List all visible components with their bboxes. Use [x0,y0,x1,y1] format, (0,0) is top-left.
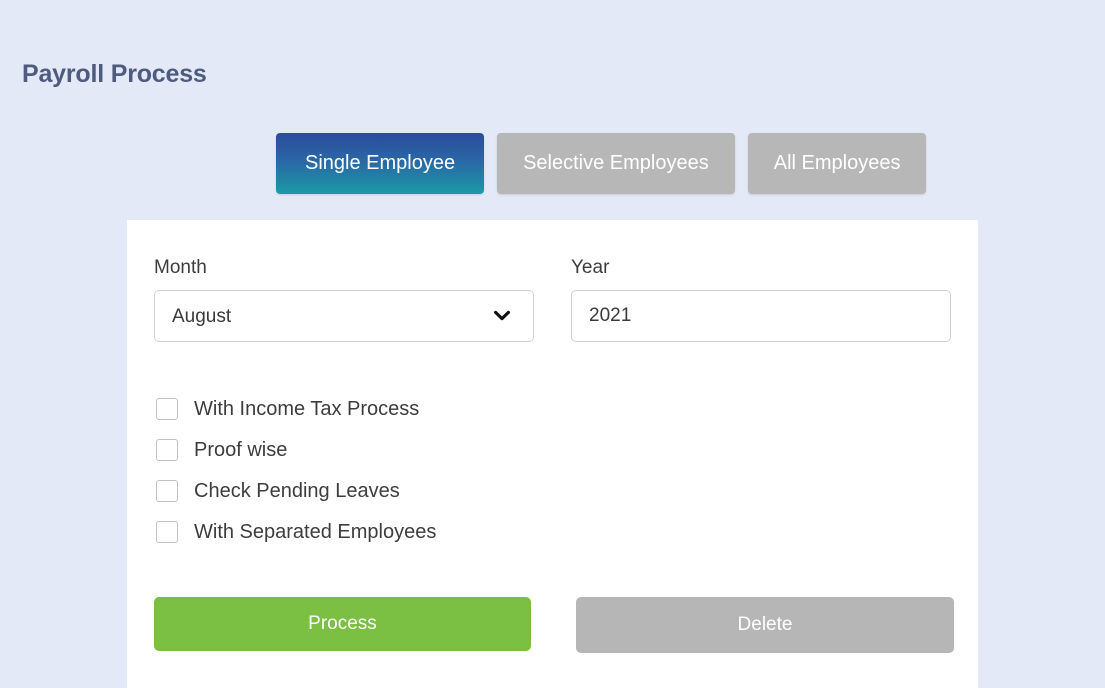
payroll-options-list: With Income Tax Process Proof wise Check… [156,388,436,552]
delete-button-label: Delete [737,614,793,635]
delete-button[interactable]: Delete [576,597,954,653]
form-actions: Process Delete [154,597,954,653]
employee-scope-tabs: Single Employee Selective Employees All … [276,133,927,194]
tab-all-employees-label: All Employees [773,152,901,174]
option-check-pending-leaves[interactable]: Check Pending Leaves [156,470,436,511]
tab-single-employee[interactable]: Single Employee [276,133,485,194]
month-selected-value: August [172,305,232,327]
payroll-form-card: Month August Year 2021 With Income Tax P… [127,220,978,688]
option-with-income-tax-process[interactable]: With Income Tax Process [156,388,436,429]
year-input[interactable]: 2021 [571,290,951,342]
tab-selective-employees-label: Selective Employees [523,152,709,174]
option-with-separated-employees[interactable]: With Separated Employees [156,511,436,552]
checkbox-icon[interactable] [156,479,178,502]
month-field-group: Month August [154,258,534,342]
tab-single-employee-label: Single Employee [305,152,456,174]
page-title: Payroll Process [22,60,207,88]
month-label: Month [154,257,207,278]
month-select[interactable]: August [154,290,534,342]
tab-all-employees[interactable]: All Employees [747,133,927,194]
process-button[interactable]: Process [154,597,531,651]
option-label: Proof wise [194,438,288,461]
option-label: With Separated Employees [194,520,437,543]
process-button-label: Process [308,613,377,634]
option-label: With Income Tax Process [194,397,420,420]
tab-selective-employees[interactable]: Selective Employees [497,133,735,194]
checkbox-icon[interactable] [156,520,178,543]
option-label: Check Pending Leaves [194,479,400,502]
year-field-group: Year 2021 [571,258,951,342]
option-proof-wise[interactable]: Proof wise [156,429,436,470]
chevron-down-icon [492,306,512,326]
checkbox-icon[interactable] [156,438,178,461]
year-label: Year [571,257,610,278]
checkbox-icon[interactable] [156,397,178,420]
period-fields: Month August Year 2021 [154,258,952,342]
